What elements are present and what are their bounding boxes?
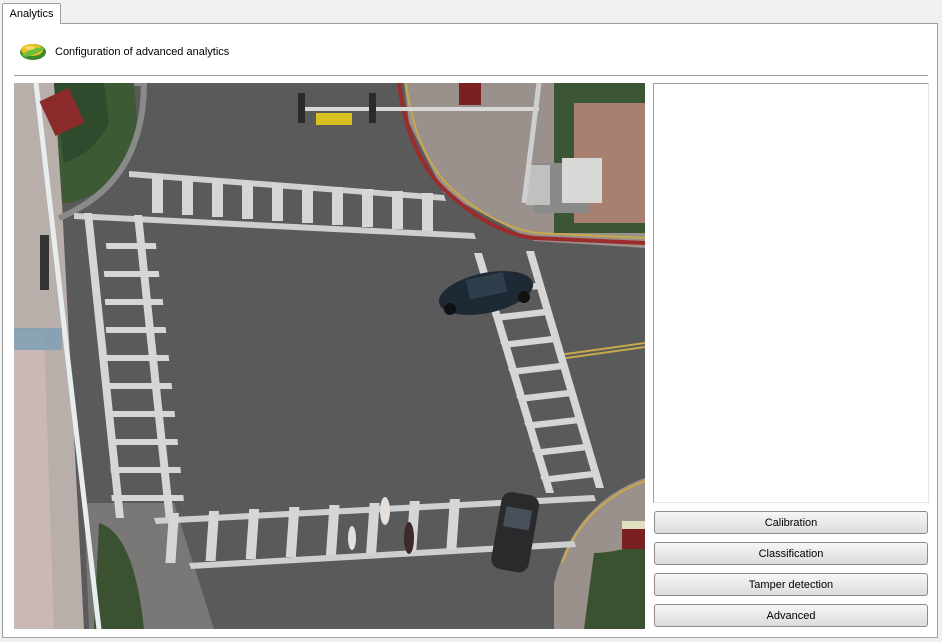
analytics-panel: Configuration of advanced analytics Cali… (2, 23, 938, 638)
page-title: Configuration of advanced analytics (55, 46, 230, 58)
calibration-button[interactable]: Calibration (654, 511, 928, 534)
tab-strip: Analytics (0, 0, 942, 24)
classification-button[interactable]: Classification (654, 542, 928, 565)
camera-video-view[interactable] (14, 83, 645, 629)
header-separator (14, 75, 928, 76)
intersection-camera-image (14, 83, 645, 629)
advanced-button[interactable]: Advanced (654, 604, 928, 627)
tab-analytics[interactable]: Analytics (2, 3, 61, 24)
tamper-detection-button[interactable]: Tamper detection (654, 573, 928, 596)
analytics-list-box[interactable] (653, 83, 929, 503)
panel-header: Configuration of advanced analytics (19, 40, 229, 64)
analytics-logo-icon (20, 44, 46, 60)
